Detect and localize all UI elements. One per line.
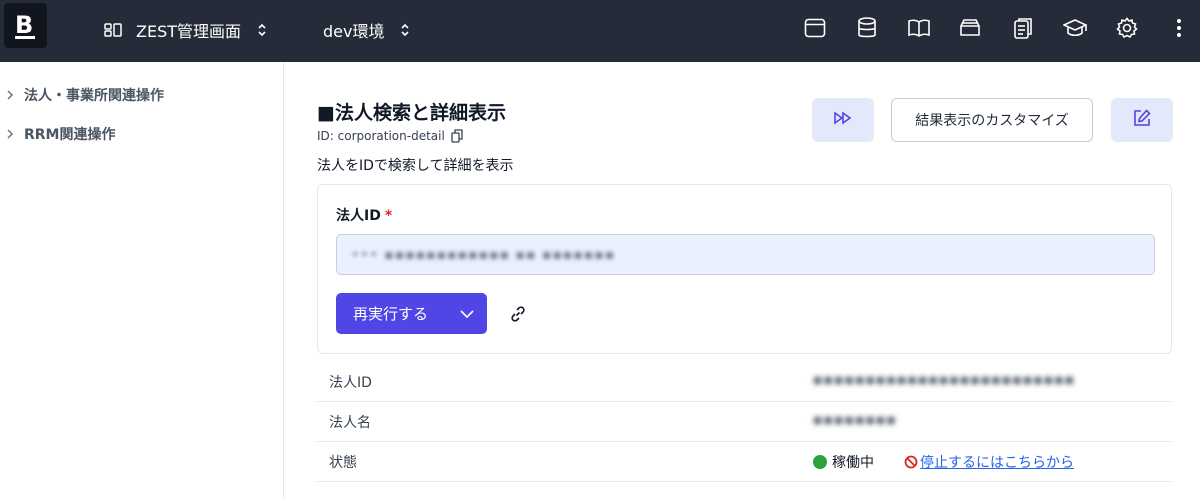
- page-title: ■法人検索と詳細表示: [317, 102, 506, 124]
- top-navigation-bar: B ZEST管理画面 dev環境: [0, 0, 1200, 62]
- clipboard-icon[interactable]: [1011, 16, 1035, 40]
- status-text: 稼働中: [832, 455, 874, 471]
- chevron-right-icon: [6, 128, 20, 140]
- corporation-id-result: ▪▪▪▪▪▪▪▪▪▪▪▪▪▪▪▪▪▪▪▪▪▪▪▪▪: [813, 372, 1076, 388]
- table-row: 法人ID ▪▪▪▪▪▪▪▪▪▪▪▪▪▪▪▪▪▪▪▪▪▪▪▪▪: [317, 362, 1172, 402]
- environment-switcher[interactable]: dev環境: [323, 17, 410, 43]
- corporation-name-result: ▪▪▪▪▪▪▪▪: [813, 412, 897, 428]
- required-mark: *: [384, 208, 393, 224]
- sidebar-item-rrm[interactable]: RRM関連操作: [6, 123, 116, 145]
- row-key: 法人ID: [329, 375, 372, 391]
- green-circle-icon: [813, 455, 827, 469]
- stop-link[interactable]: 停止するにはこちらから: [904, 452, 1074, 472]
- link-icon[interactable]: [508, 304, 528, 324]
- main-content: ■法人検索と詳細表示 ID: corporation-detail 法人をIDで…: [285, 62, 1200, 498]
- stop-link-text: 停止するにはこちらから: [920, 455, 1074, 471]
- project-name: ZEST管理画面: [136, 22, 242, 41]
- sidebar-item-label: RRM関連操作: [24, 127, 116, 143]
- rerun-button-label: 再実行する: [353, 305, 429, 323]
- row-key: 状態: [329, 455, 357, 471]
- chevron-down-icon[interactable]: [447, 309, 487, 318]
- run-all-button[interactable]: [812, 98, 874, 142]
- archive-icon[interactable]: [958, 16, 982, 40]
- logo-b-icon: B: [15, 11, 35, 39]
- table-row: [317, 482, 1172, 502]
- edit-button[interactable]: [1111, 98, 1173, 142]
- page-description: 法人をIDで検索して詳細を表示: [317, 158, 514, 174]
- project-switcher[interactable]: ZEST管理画面: [104, 17, 267, 43]
- sidebar: 法人・事業所関連操作 RRM関連操作: [0, 62, 284, 498]
- row-value: ▪▪▪▪▪▪▪▪: [813, 412, 897, 428]
- layout-icon: [104, 23, 122, 37]
- sidebar-item-corporation[interactable]: 法人・事業所関連操作: [6, 84, 164, 106]
- environment-name: dev環境: [323, 22, 385, 41]
- copy-icon[interactable]: [451, 129, 463, 143]
- gear-icon[interactable]: [1115, 16, 1139, 40]
- graduation-cap-icon[interactable]: [1063, 16, 1087, 40]
- book-icon[interactable]: [907, 16, 931, 40]
- rerun-button[interactable]: 再実行する: [336, 293, 487, 334]
- page-id: ID: corporation-detail: [317, 129, 463, 143]
- chevron-up-down-icon: [400, 23, 410, 37]
- table-row: 法人名 ▪▪▪▪▪▪▪▪: [317, 402, 1172, 442]
- more-vertical-icon[interactable]: [1167, 16, 1191, 40]
- svg-text:B: B: [15, 11, 33, 39]
- fast-forward-icon: [833, 111, 853, 129]
- corporation-id-label: 法人ID *: [336, 205, 392, 225]
- pencil-square-icon: [1132, 108, 1152, 132]
- page-id-text: ID: corporation-detail: [317, 129, 445, 143]
- chevron-up-down-icon: [257, 23, 267, 37]
- field-label-text: 法人ID: [336, 208, 381, 224]
- row-value: 稼働中 停止するにはこちらから: [813, 452, 1074, 472]
- row-value: ▪▪▪▪▪▪▪▪▪▪▪▪▪▪▪▪▪▪▪▪▪▪▪▪▪: [813, 372, 1075, 388]
- window-icon[interactable]: [803, 16, 827, 40]
- search-form-card: 法人ID * ••• ▪▪▪▪▪▪▪▪▪▪▪▪ ▪▪ ▪▪▪▪▪▪▪ 再実行する: [317, 184, 1172, 354]
- row-key: 法人名: [329, 415, 371, 431]
- sidebar-item-label: 法人・事業所関連操作: [24, 88, 164, 104]
- prohibited-icon: [904, 455, 918, 469]
- table-row: 状態 稼働中 停止するにはこちらから: [317, 442, 1172, 482]
- brand-logo[interactable]: B: [4, 3, 47, 48]
- database-icon[interactable]: [855, 16, 879, 40]
- corporation-id-value: ••• ▪▪▪▪▪▪▪▪▪▪▪▪ ▪▪ ▪▪▪▪▪▪▪: [351, 246, 616, 263]
- chevron-right-icon: [6, 89, 20, 101]
- customize-results-button[interactable]: 結果表示のカスタマイズ: [891, 98, 1093, 142]
- corporation-id-input[interactable]: ••• ▪▪▪▪▪▪▪▪▪▪▪▪ ▪▪ ▪▪▪▪▪▪▪: [336, 234, 1155, 275]
